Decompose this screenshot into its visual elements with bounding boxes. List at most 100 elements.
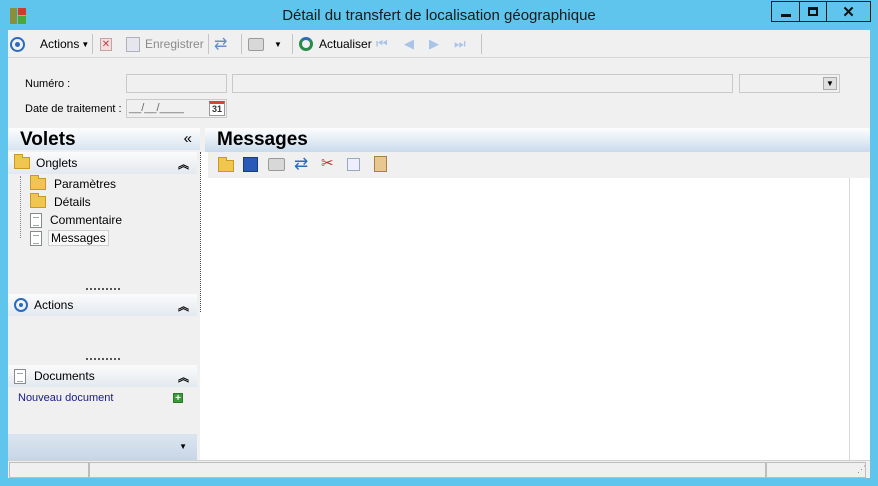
actions-menu-label: Actions <box>40 37 80 51</box>
toolbar-separator <box>208 34 209 54</box>
window-title: Détail du transfert de localisation géog… <box>282 7 596 24</box>
panel-splitter[interactable] <box>200 152 201 312</box>
first-record-button[interactable]: ⏮ <box>376 34 388 54</box>
delete-button[interactable]: ✕ <box>100 34 112 54</box>
add-icon[interactable]: + <box>173 393 183 404</box>
paste-icon[interactable] <box>374 156 387 172</box>
tab-commentaire[interactable]: Commentaire <box>30 212 124 228</box>
main-toolbar: Actions ▼ ✕ Enregistrer ⇄ ▼ Actualiser ⏮… <box>8 30 870 58</box>
volets-title: Volets <box>20 129 76 150</box>
save-button[interactable]: Enregistrer <box>126 34 204 54</box>
document-icon <box>14 368 26 384</box>
messages-title: Messages <box>217 129 308 150</box>
numero-field[interactable] <box>126 74 227 93</box>
resize-grip-icon[interactable]: ⋰ <box>857 464 866 475</box>
target-icon <box>10 36 25 52</box>
refresh-icon <box>299 37 313 51</box>
printer-icon[interactable] <box>268 158 285 171</box>
previous-record-button[interactable]: ◀ <box>404 34 414 54</box>
folder-icon <box>14 154 30 169</box>
date-value: __/__/____ <box>129 102 185 114</box>
copy-icon[interactable] <box>347 158 360 171</box>
actions-title: Actions <box>34 298 74 312</box>
calendar-day: 31 <box>211 104 222 114</box>
save-label: Enregistrer <box>145 37 204 51</box>
status-bar: ⋰ <box>8 460 870 478</box>
actions-section-header[interactable]: Actions ︽ <box>8 294 197 316</box>
date-label: Date de traitement : <box>25 103 122 115</box>
tab-details[interactable]: Détails <box>30 193 93 210</box>
last-record-button[interactable]: ⏭ <box>454 34 466 54</box>
volets-header: Volets « <box>8 128 200 150</box>
documents-section-header[interactable]: Documents ︽ <box>8 365 197 387</box>
tab-label: Détails <box>54 195 91 209</box>
calendar-icon[interactable]: 31 <box>209 101 225 116</box>
dropdown-arrow-icon: ▼ <box>274 39 282 49</box>
next-arrow-icon: ▶ <box>429 36 439 51</box>
onglets-section-header[interactable]: Onglets ︽ <box>8 152 197 174</box>
status-cell <box>9 462 89 478</box>
minimize-button[interactable] <box>771 1 801 22</box>
messages-toolbar: ⇄ ✂ <box>208 152 870 178</box>
save-document-icon <box>126 36 140 52</box>
section-resize-grip[interactable] <box>86 358 120 360</box>
description-field[interactable] <box>232 74 733 93</box>
messages-header: Messages <box>205 128 870 152</box>
numero-label: Numéro : <box>25 78 71 90</box>
first-arrow-icon: ⏮ <box>376 36 388 51</box>
cut-icon[interactable]: ✂ <box>321 154 334 172</box>
delete-icon: ✕ <box>100 37 112 51</box>
next-record-button[interactable]: ▶ <box>429 34 439 54</box>
documents-title: Documents <box>34 369 95 383</box>
status-select[interactable]: ▼ <box>739 74 840 93</box>
collapse-section-icon[interactable]: ︽ <box>178 298 189 314</box>
printer-icon <box>248 37 264 51</box>
close-button[interactable]: ✕ <box>826 1 871 22</box>
collapse-panel-icon[interactable]: « <box>184 130 192 147</box>
maximize-icon <box>808 7 818 16</box>
toolbar-separator <box>92 34 93 54</box>
last-arrow-icon: ⏭ <box>454 36 466 51</box>
dropdown-arrow-icon: ▼ <box>81 39 90 49</box>
toolbar-separator <box>481 34 482 54</box>
collapse-section-icon[interactable]: ︽ <box>178 369 189 385</box>
folder-icon <box>30 175 46 190</box>
date-field[interactable]: __/__/____ 31 <box>126 99 227 118</box>
tab-messages[interactable]: Messages <box>30 230 109 246</box>
status-cell <box>766 462 866 478</box>
print-button[interactable]: ▼ <box>248 34 282 54</box>
title-bar[interactable]: Détail du transfert de localisation géog… <box>0 0 878 30</box>
sync-icon: ⇄ <box>214 36 228 53</box>
document-icon <box>30 230 42 246</box>
chevron-down-icon: ▼ <box>823 77 837 90</box>
actions-menu-button[interactable]: Actions ▼ <box>10 34 89 54</box>
sync-button[interactable]: ⇄ <box>214 34 227 54</box>
window-client-area: Actions ▼ ✕ Enregistrer ⇄ ▼ Actualiser ⏮… <box>8 30 870 478</box>
sync-icon[interactable]: ⇄ <box>294 154 308 174</box>
tab-parametres[interactable]: Paramètres <box>30 175 118 192</box>
application-window: Détail du transfert de localisation géog… <box>0 0 878 486</box>
collapse-section-icon[interactable]: ︽ <box>178 156 189 172</box>
messages-content-area[interactable] <box>208 178 850 460</box>
minimize-icon <box>781 13 791 17</box>
document-icon <box>30 212 42 228</box>
tree-lines <box>20 176 30 238</box>
onglets-title: Onglets <box>36 156 78 170</box>
toolbar-separator <box>241 34 242 54</box>
tab-label: Messages <box>48 230 109 246</box>
save-icon[interactable] <box>243 157 258 172</box>
open-folder-icon[interactable] <box>218 157 234 172</box>
refresh-label: Actualiser <box>319 37 372 51</box>
volets-panel: Volets « Onglets ︽ Paramètres Détails Co… <box>8 128 200 460</box>
tab-label: Commentaire <box>50 213 123 227</box>
refresh-button[interactable]: Actualiser <box>299 34 372 54</box>
folder-icon <box>30 193 46 208</box>
previous-arrow-icon: ◀ <box>404 36 414 51</box>
section-resize-grip[interactable] <box>86 288 120 290</box>
status-cell <box>89 462 766 478</box>
maximize-button[interactable] <box>799 1 827 22</box>
close-icon: ✕ <box>842 3 855 21</box>
target-icon <box>14 298 28 312</box>
new-document-link[interactable]: Nouveau document <box>18 392 113 404</box>
volets-footer[interactable]: ▼ <box>8 434 197 460</box>
